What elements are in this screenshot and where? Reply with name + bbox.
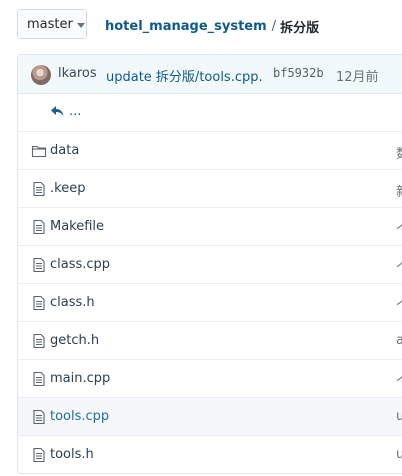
file-name-link[interactable]: tools.h [50, 447, 94, 462]
folder-icon [31, 143, 47, 159]
parent-directory-row: ... [18, 94, 402, 132]
repo-header: master hotel_manage_system / 拆分版 [0, 0, 402, 52]
file-commit-message[interactable]: 个 [396, 371, 402, 390]
breadcrumb-separator: / [271, 19, 277, 34]
file-row[interactable]: Makefile 个 [18, 208, 402, 246]
file-row[interactable]: .keep 新 [18, 170, 402, 208]
file-commit-message[interactable]: 个 [396, 257, 402, 276]
file-commit-message[interactable]: 新 [396, 181, 402, 200]
file-name-link[interactable]: class.h [50, 295, 95, 310]
file-name-link[interactable]: data [50, 143, 79, 158]
file-row[interactable]: tools.h u [18, 436, 402, 473]
caret-down-icon [76, 22, 85, 28]
file-row[interactable]: data 数 [18, 132, 402, 170]
branch-label: master [27, 16, 73, 32]
file-name-link[interactable]: Makefile [50, 219, 104, 234]
commit-time: 12月前 [336, 70, 379, 85]
file-row[interactable]: getch.h a [18, 322, 402, 360]
file-icon [31, 257, 47, 273]
reply-arrow-icon [51, 106, 64, 116]
file-name-link[interactable]: tools.cpp [50, 409, 109, 424]
file-commit-message[interactable]: 个 [396, 295, 402, 314]
breadcrumb: hotel_manage_system / 拆分版 [105, 17, 319, 36]
file-icon [31, 371, 47, 387]
file-name-link[interactable]: class.cpp [50, 257, 110, 272]
file-name-link[interactable]: main.cpp [50, 371, 110, 386]
file-name-link[interactable]: getch.h [50, 333, 99, 348]
file-commit-message[interactable]: 个 [396, 219, 402, 238]
file-icon [31, 333, 47, 349]
file-commit-message[interactable]: 数 [396, 143, 402, 162]
file-tree-panel: lkaros update 拆分版/tools.cpp. bf5932b 12月… [17, 54, 402, 474]
file-name-link[interactable]: .keep [50, 181, 85, 196]
file-icon [31, 447, 47, 463]
branch-select-button[interactable]: master [17, 9, 87, 39]
file-commit-message[interactable]: a [396, 333, 402, 348]
commit-sha[interactable]: bf5932b [273, 66, 324, 80]
file-icon [31, 409, 47, 425]
file-icon [31, 219, 47, 235]
parent-directory-label: ... [69, 104, 82, 119]
file-row[interactable]: main.cpp 个 [18, 360, 402, 398]
latest-commit-bar: lkaros update 拆分版/tools.cpp. bf5932b 12月… [18, 55, 402, 94]
breadcrumb-current: 拆分版 [280, 21, 320, 36]
file-list: data 数 .keep 新 Makefile 个 class.cpp 个 class.h 个 ge… [18, 132, 402, 473]
file-icon [31, 181, 47, 197]
file-icon [31, 295, 47, 311]
file-row[interactable]: class.h 个 [18, 284, 402, 322]
commit-message[interactable]: update 拆分版/tools.cpp. [106, 66, 263, 85]
breadcrumb-repo-link[interactable]: hotel_manage_system [105, 19, 267, 34]
file-commit-message[interactable]: u [396, 447, 402, 462]
parent-directory-link[interactable]: ... [51, 104, 81, 119]
file-row[interactable]: class.cpp 个 [18, 246, 402, 284]
file-row[interactable]: tools.cpp u [18, 398, 402, 436]
commit-author[interactable]: lkaros [58, 66, 97, 81]
avatar[interactable] [31, 65, 51, 85]
file-commit-message[interactable]: u [396, 409, 402, 424]
